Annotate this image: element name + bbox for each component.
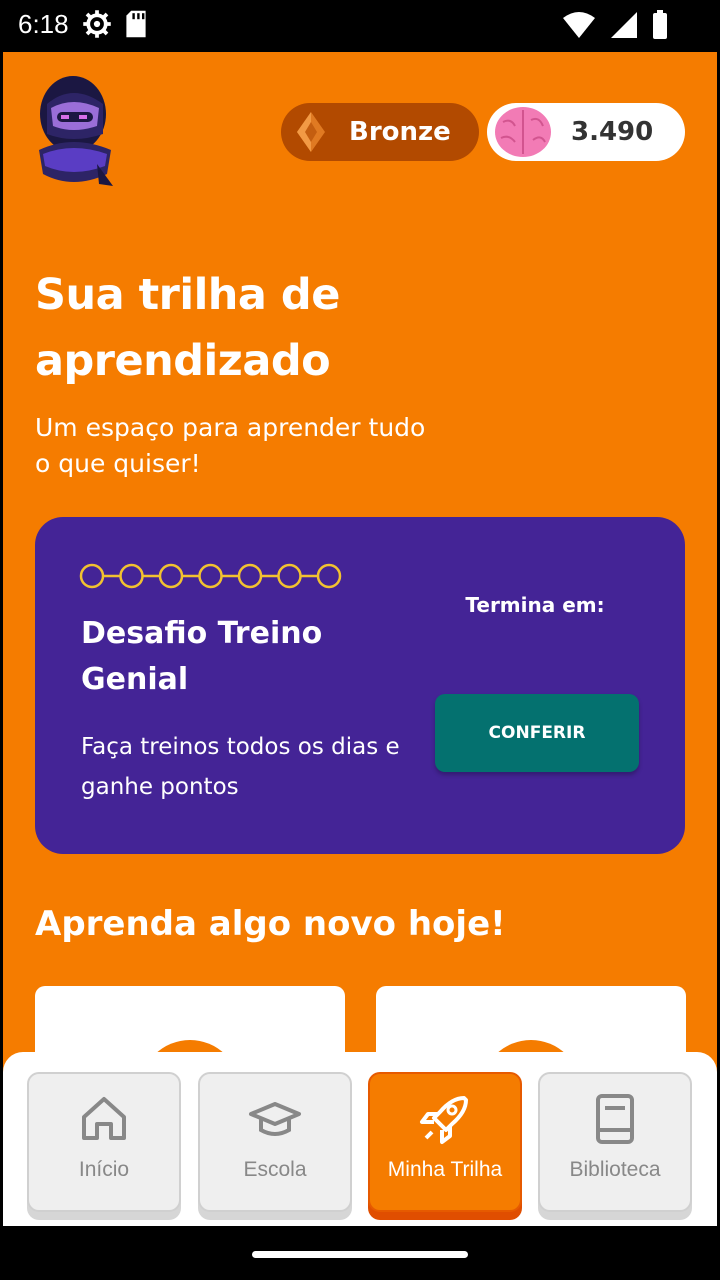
nav-item-minha-trilha[interactable]: Minha Trilha	[368, 1072, 522, 1212]
progress-step-dot	[79, 563, 105, 589]
challenge-title: Desafio Treino Genial	[81, 616, 323, 697]
graduation-cap-icon	[249, 1102, 301, 1136]
points-value: 3.490	[571, 117, 654, 147]
home-indicator[interactable]	[252, 1251, 468, 1258]
battery-icon	[653, 10, 667, 39]
nav-label-biblioteca: Biblioteca	[569, 1158, 661, 1181]
check-challenge-button[interactable]: CONFERIR	[435, 694, 639, 772]
nav-label-inicio: Início	[78, 1158, 130, 1181]
nav-item-escola[interactable]: Escola	[198, 1072, 352, 1212]
nav-item-biblioteca[interactable]: Biblioteca	[538, 1072, 692, 1212]
status-bar: 6:18	[0, 0, 720, 52]
signal-icon	[611, 12, 637, 38]
nav-label-escola: Escola	[243, 1158, 307, 1181]
page-title: Sua trilha de aprendizado	[35, 270, 340, 386]
nav-label-minha-trilha: Minha Trilha	[387, 1158, 503, 1181]
league-badge[interactable]: Bronze	[281, 103, 479, 161]
bottom-navigation: Início Escola Minha Trilha Biblioteca	[3, 1052, 717, 1226]
challenge-description: Faça treinos todos os dias e ganhe ponto…	[81, 734, 400, 800]
wifi-icon	[563, 12, 595, 38]
progress-step-dot	[277, 563, 302, 589]
challenge-card: Desafio Treino Genial Faça treinos todos…	[35, 517, 685, 854]
bronze-gem-icon	[297, 112, 325, 152]
progress-step-dot	[119, 563, 144, 589]
progress-step-dot	[158, 563, 184, 589]
ninja-avatar-icon[interactable]	[33, 74, 115, 190]
rocket-icon	[420, 1096, 468, 1144]
brain-icon	[495, 107, 551, 157]
progress-step-dot	[237, 563, 263, 589]
points-badge[interactable]: 3.490	[487, 103, 685, 161]
status-time: 6:18	[18, 9, 69, 39]
progress-step-dot	[316, 563, 342, 589]
book-icon	[596, 1094, 634, 1144]
nav-item-inicio[interactable]: Início	[27, 1072, 181, 1212]
progress-step-dot	[198, 563, 223, 589]
challenge-ends-label: Termina em:	[465, 593, 605, 617]
sd-card-icon	[126, 10, 146, 38]
learn-section-title: Aprenda algo novo hoje!	[35, 904, 506, 944]
challenge-progress-steps	[79, 563, 342, 589]
page-subtitle: Um espaço para aprender tudo o que quise…	[35, 413, 426, 478]
home-icon	[82, 1097, 126, 1140]
league-label: Bronze	[349, 117, 451, 147]
app-screen: Bronze 3.490 Sua trilha de aprendizado U…	[3, 52, 717, 1226]
system-navigation-bar	[0, 1226, 720, 1280]
settings-icon	[83, 10, 111, 38]
